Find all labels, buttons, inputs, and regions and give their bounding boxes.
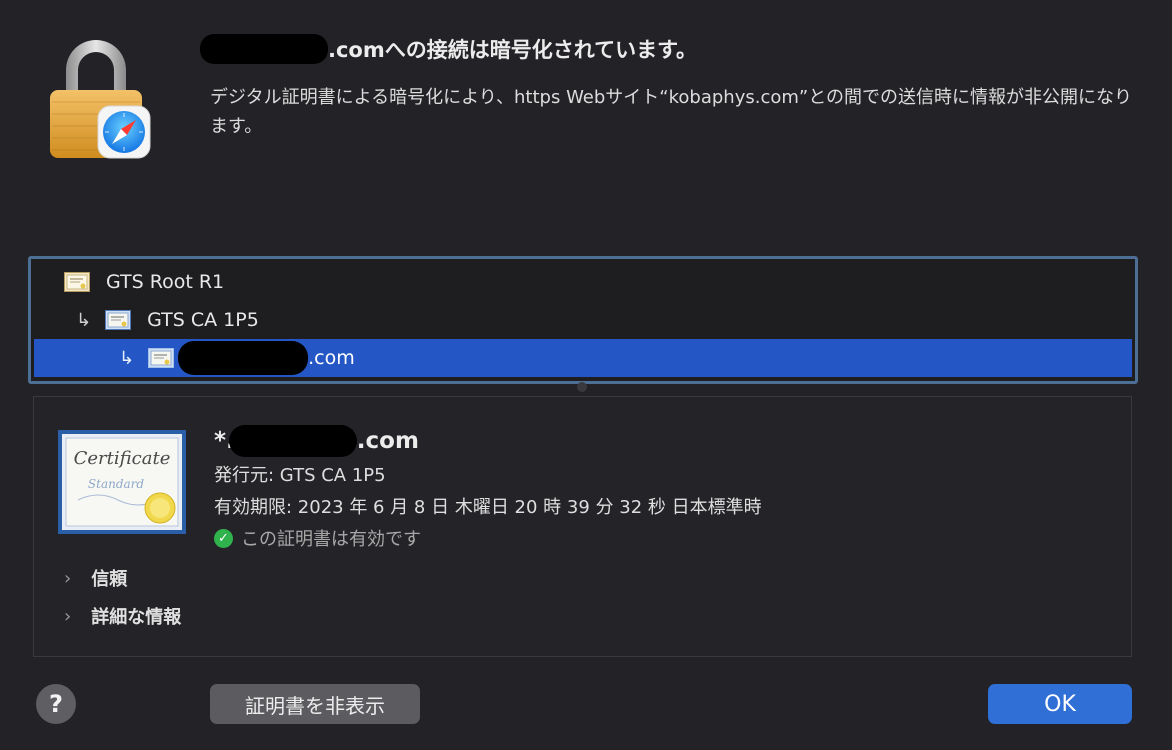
chain-item-leaf[interactable]: ↳ .com [34,339,1132,377]
splitter-handle[interactable] [577,382,587,392]
lock-safari-icon [50,40,151,159]
certificate-icon [64,272,90,292]
chain-item-root[interactable]: GTS Root R1 [34,263,1132,301]
dialog-description: デジタル証明書による暗号化により、https Webサイト“kobaphys.c… [210,87,1133,137]
ok-button[interactable]: OK [988,684,1132,724]
details-label: 詳細な情報 [91,607,182,628]
certificate-status: ✓ この証明書は有効です [214,525,421,551]
certificate-icon [105,310,132,330]
cert-name-suffix: .com [356,428,419,454]
redacted-domain [200,34,328,64]
hide-certificate-button[interactable]: 証明書を非表示 [210,684,420,724]
chain-item-label: GTS Root R1 [106,271,225,293]
certificate-icon: Certificate Standard [58,430,186,534]
chevron-right-icon: › [64,605,72,627]
svg-text:Certificate: Certificate [74,448,171,469]
hierarchy-arrow-icon: ↳ [76,309,92,331]
trust-disclosure[interactable]: › 信頼 [64,565,127,591]
certificate-common-name: *. .com [214,425,419,457]
help-icon: ? [49,690,63,718]
certificate-details-panel: Certificate Standard *. .com 発行元: GTS CA… [33,396,1132,657]
checkmark-icon: ✓ [214,528,233,548]
redacted-domain [178,341,309,375]
dialog-title: .comへの接続は暗号化されています。 [200,34,697,64]
certificate-icon [148,348,175,368]
certificate-status-text: この証明書は有効です [241,529,421,550]
certificate-issuer: 発行元: GTS CA 1P5 [214,465,386,486]
redacted-domain [228,425,357,457]
chain-item-label: GTS CA 1P5 [147,309,259,331]
svg-text:Standard: Standard [88,477,144,491]
trust-label: 信頼 [91,569,128,590]
dialog-title-text: .comへの接続は暗号化されています。 [328,38,698,62]
details-disclosure[interactable]: › 詳細な情報 [64,603,181,629]
certificate-expiry: 有効期限: 2023 年 6 月 8 日 木曜日 20 時 39 分 32 秒 … [214,497,762,518]
hierarchy-arrow-icon: ↳ [119,347,135,369]
chain-item-intermediate[interactable]: ↳ GTS CA 1P5 [34,301,1132,339]
certificate-dialog: .comへの接続は暗号化されています。 デジタル証明書による暗号化により、htt… [0,0,1172,750]
chain-item-label: .com [308,347,355,369]
help-button[interactable]: ? [36,684,76,724]
certificate-chain-list[interactable]: GTS Root R1 ↳ GTS CA 1P5 ↳ .com [28,256,1138,384]
chevron-right-icon: › [64,567,72,589]
